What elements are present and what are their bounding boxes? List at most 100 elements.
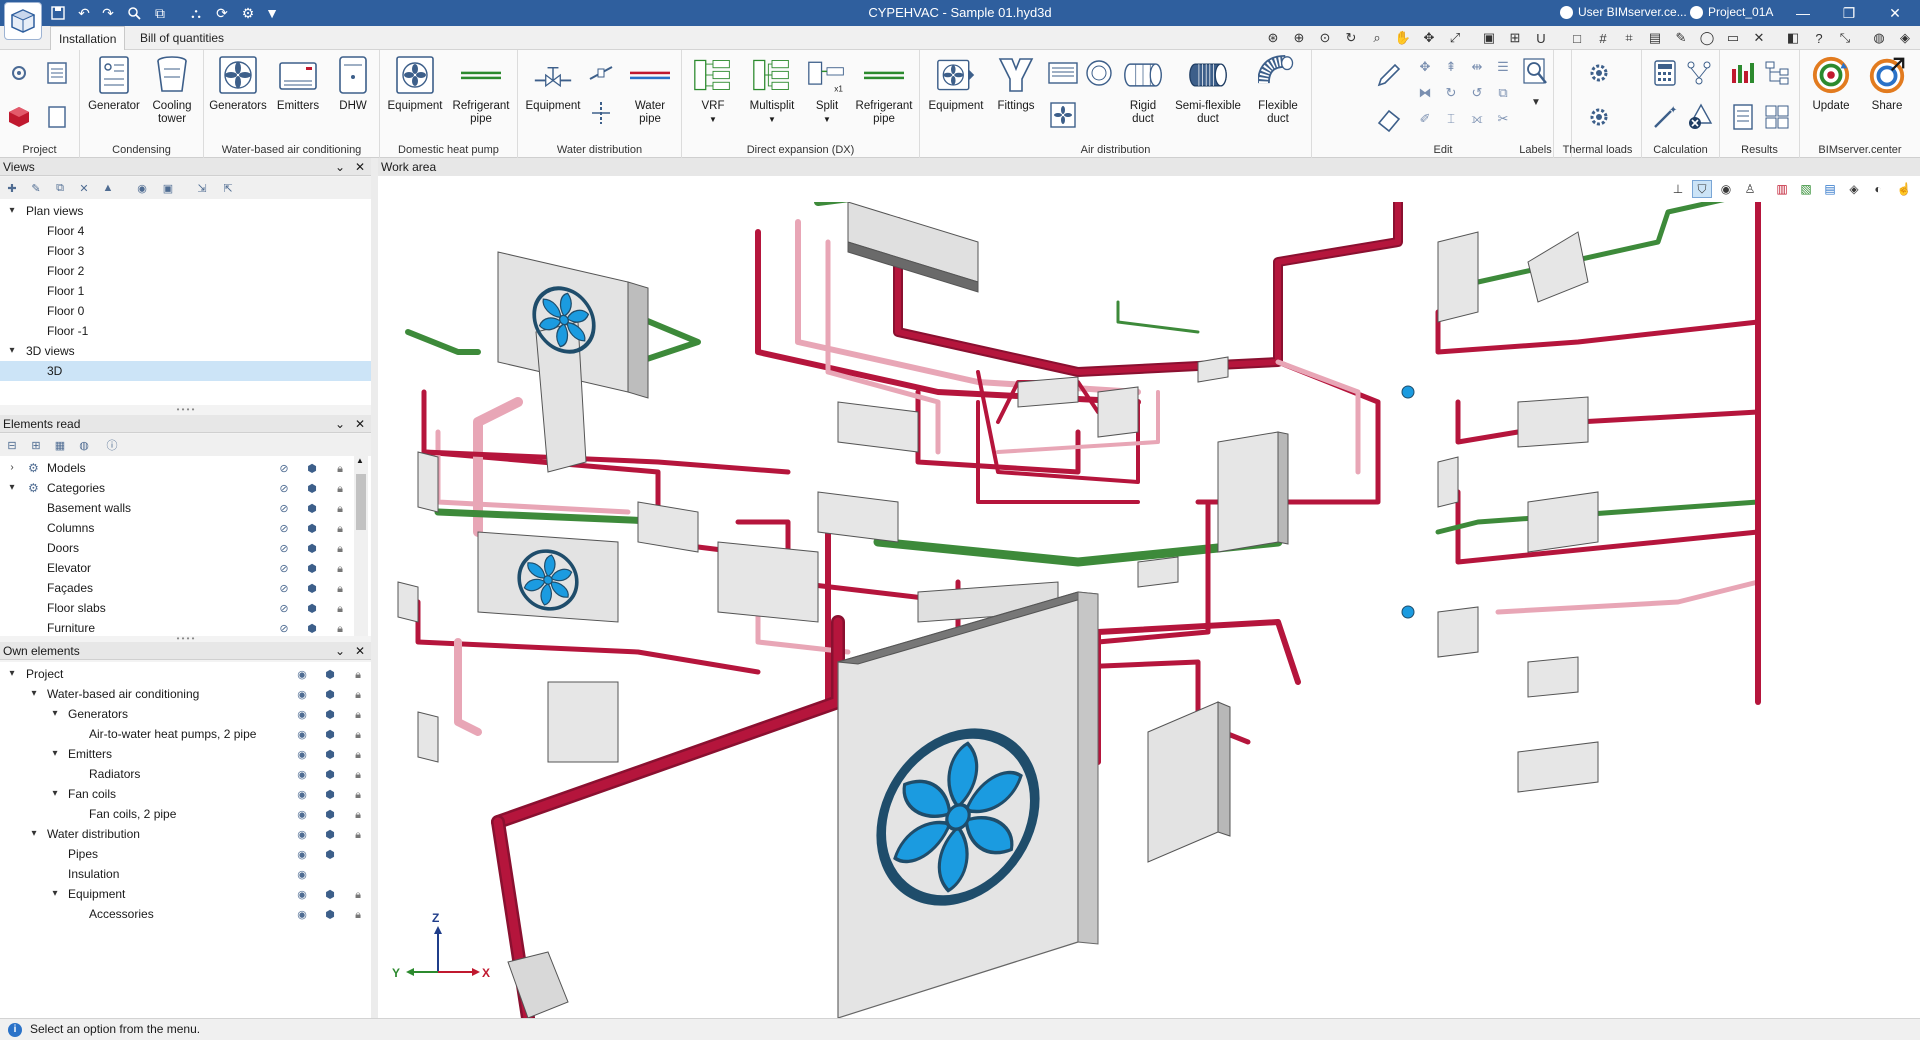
eye-icon[interactable]: ◉ (294, 867, 310, 883)
multisplit-button[interactable]: Multisplit ▼ (742, 54, 802, 126)
flexible-duct-button[interactable]: Flexible duct (1248, 54, 1308, 126)
zoom-icon[interactable]: ⌕ (1368, 29, 1386, 47)
vrf-button[interactable]: VRF ▼ (686, 54, 740, 126)
move-icon[interactable]: ✥ (1420, 29, 1438, 47)
tree-equipment[interactable]: ▾ Equipment (0, 884, 371, 904)
cube-icon[interactable]: ⬢ (304, 461, 320, 477)
orbit-icon[interactable]: ⊛ (1264, 29, 1282, 47)
tree-expand-icon[interactable]: ⊟ (4, 437, 20, 453)
lock-icon[interactable]: 🔒︎ (350, 687, 366, 703)
cooling-tower-button[interactable]: Cooling tower (144, 54, 200, 126)
hand-view-icon[interactable]: ☝ (1894, 180, 1914, 198)
redo-icon[interactable]: ↷ (98, 3, 118, 23)
chevron-down-icon[interactable]: ▾ (49, 884, 61, 904)
lock-icon[interactable]: 🔒︎ (350, 667, 366, 683)
tree-floor-3[interactable]: Floor 3 (0, 241, 371, 261)
capture-view-icon[interactable]: ▣ (160, 180, 176, 196)
riser-icon[interactable] (588, 100, 614, 126)
share-button[interactable]: Share (1860, 54, 1914, 113)
plane-icon[interactable]: ▧ (1796, 180, 1816, 198)
lock-icon[interactable]: 🔒︎ (332, 621, 348, 636)
zoom-all-icon[interactable]: ⊕ (1290, 29, 1308, 47)
cube-icon[interactable]: ⬢ (322, 687, 338, 703)
rotate-icon[interactable]: ↻ (1342, 29, 1360, 47)
cube-icon[interactable]: ⬢ (322, 907, 338, 923)
generators-button[interactable]: Generators (208, 54, 268, 113)
chevron-down-icon[interactable]: ▾ (28, 824, 40, 844)
elements-collapse-icon[interactable]: ⌄ (332, 415, 348, 433)
pipe-tool-icon[interactable] (588, 60, 614, 86)
grille-icon[interactable] (1046, 58, 1080, 88)
lock-icon[interactable]: 🔒︎ (350, 907, 366, 923)
chevron-down-icon[interactable]: ▾ (49, 784, 61, 804)
eye-icon[interactable]: ◉ (294, 727, 310, 743)
walk-icon[interactable]: ♙ (1740, 180, 1760, 198)
document-icon[interactable] (44, 104, 70, 130)
chevron-down-icon[interactable]: ▾ (6, 201, 18, 221)
chevron-down-icon[interactable]: ▾ (49, 744, 61, 764)
tab-installation[interactable]: Installation (50, 26, 126, 51)
comment-icon[interactable]: ▭ (1724, 29, 1742, 47)
import-view-icon[interactable]: ⇲ (194, 180, 210, 196)
eye-icon[interactable]: ◉ (294, 667, 310, 683)
tree-fan-coils-2-pipe[interactable]: Fan coils, 2 pipe (0, 804, 371, 824)
chevron-down-icon[interactable]: ▾ (49, 704, 61, 724)
tree-list-icon[interactable]: ⊞ (28, 437, 44, 453)
eye-icon[interactable]: ◉ (294, 687, 310, 703)
capture-icon[interactable]: ▣ (1480, 29, 1498, 47)
cube-icon[interactable]: ⬢ (304, 621, 320, 636)
lock-icon[interactable]: 🔒︎ (332, 561, 348, 577)
lock-icon[interactable]: 🔒︎ (332, 521, 348, 537)
diffuser-icon[interactable] (1082, 58, 1116, 88)
cube-icon[interactable]: ⬢ (322, 667, 338, 683)
hide-icon[interactable]: ◐ (1868, 180, 1888, 198)
tree-floor-1[interactable]: Floor 1 (0, 281, 371, 301)
edit-view-icon[interactable]: ✎ (28, 180, 44, 196)
hidden-icon[interactable]: ⊘ (276, 481, 292, 497)
tree-water-distribution[interactable]: ▾ Water distribution (0, 824, 371, 844)
delete-view-icon[interactable]: ✕ (76, 180, 92, 196)
tree-3d-view[interactable]: 3D (0, 361, 371, 381)
tree-project[interactable]: ▾ Project (0, 664, 371, 684)
note-icon[interactable]: ✎ (1672, 29, 1690, 47)
hidden-icon[interactable]: ⊘ (276, 621, 292, 636)
cube-view-icon[interactable]: ◈ (1844, 180, 1864, 198)
lock-icon[interactable]: 🔒︎ (332, 581, 348, 597)
eye-icon[interactable]: ◉ (294, 707, 310, 723)
lock-icon[interactable]: 🔒︎ (350, 767, 366, 783)
eraser-icon[interactable] (1372, 102, 1406, 136)
model-cube-icon[interactable] (6, 104, 32, 130)
mirror-tool-icon[interactable]: ⧓ (1414, 82, 1436, 104)
undo-icon[interactable]: ↶ (74, 3, 94, 23)
air-equipment-button[interactable]: Equipment (926, 54, 986, 113)
split-button[interactable]: x1 Split ▼ (804, 54, 850, 126)
hidden-icon[interactable]: ⊘ (276, 601, 292, 617)
general-data-icon[interactable] (6, 60, 32, 86)
emitters-button[interactable]: Emitters (270, 54, 326, 113)
multisplit-dropdown-icon[interactable]: ▼ (742, 113, 802, 126)
save-icon[interactable] (48, 3, 68, 23)
hidden-icon[interactable]: ⊘ (276, 561, 292, 577)
tree-insulation[interactable]: Insulation (0, 864, 371, 884)
tab-bill-of-quantities[interactable]: Bill of quantities (132, 26, 232, 50)
thermal-gear-icon[interactable] (1584, 58, 1614, 88)
refresh-icon[interactable]: ⟳ (212, 3, 232, 23)
camera-icon[interactable]: ◉ (134, 180, 150, 196)
box-icon[interactable]: ▤ (1820, 180, 1840, 198)
lock-icon[interactable]: 🔒︎ (332, 601, 348, 617)
eye-icon[interactable]: ◉ (294, 747, 310, 763)
snap-icon[interactable]: ⊞ (1506, 29, 1524, 47)
split-tool-icon[interactable]: ⌶ (1440, 108, 1462, 130)
cube-icon[interactable]: ⬢ (322, 707, 338, 723)
hidden-icon[interactable]: ⊘ (276, 541, 292, 557)
rectangle-icon[interactable]: □ (1568, 29, 1586, 47)
help-icon[interactable]: ? (1810, 29, 1828, 47)
domestic-refrigerant-pipe-button[interactable]: Refrigerant pipe (448, 54, 514, 126)
project-selector[interactable]: Project_01A (1690, 5, 1773, 19)
tree-pipes[interactable]: Pipes (0, 844, 371, 864)
label-search-icon[interactable] (1522, 56, 1550, 90)
export-view-icon[interactable]: ⇱ (220, 180, 236, 196)
pan-icon[interactable]: ✋ (1394, 29, 1412, 47)
generator-button[interactable]: Generator (86, 54, 142, 113)
fittings-button[interactable]: Fittings (988, 54, 1044, 113)
